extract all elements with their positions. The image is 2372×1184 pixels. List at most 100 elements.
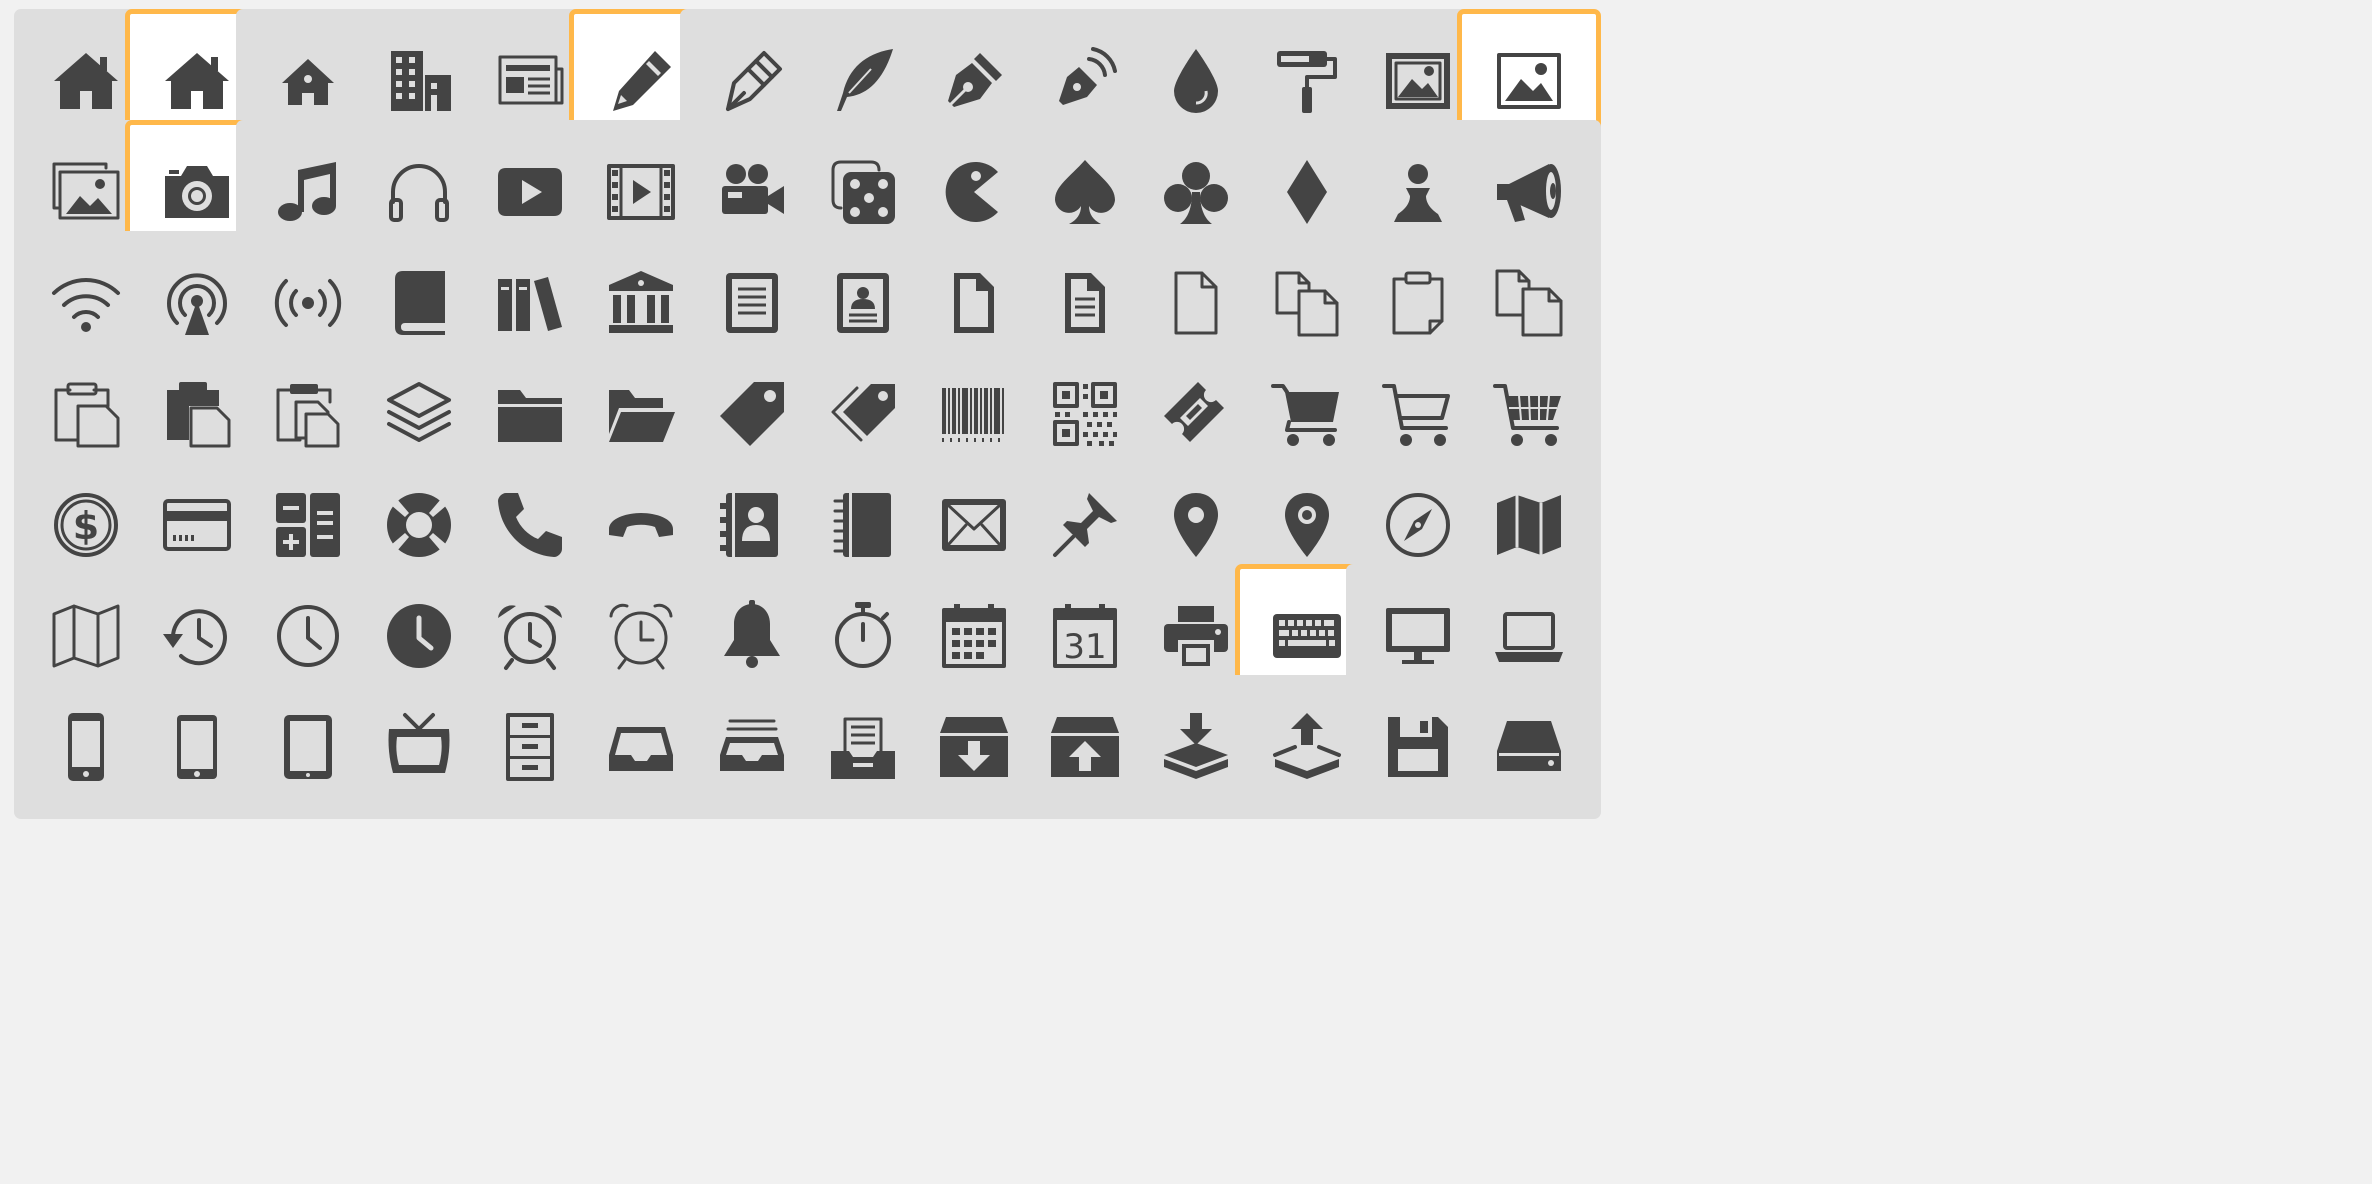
megaphone-icon [1497, 164, 1561, 222]
desktop-monitor-icon [1386, 608, 1450, 664]
icon-grid: $31 [0, 0, 2372, 1184]
video-camera-icon [722, 164, 784, 214]
bank-library-icon [609, 271, 673, 333]
file-text-icon [726, 273, 778, 333]
laptop-icon [1495, 612, 1563, 662]
headphones-icon [389, 164, 449, 222]
tv-icon [388, 713, 450, 773]
profile-card-icon [837, 273, 889, 333]
clock-icon [277, 605, 339, 667]
folder-open-icon [609, 390, 675, 442]
stack-layers-icon [387, 382, 451, 442]
shopping-cart-icon [1271, 384, 1339, 446]
printer-icon [1164, 606, 1228, 668]
clock-filled-icon [387, 604, 451, 668]
podcast-pen-icon [1059, 47, 1117, 105]
home-small-icon [282, 59, 334, 105]
alarm-clock-icon [498, 605, 562, 670]
inbox-stack-icon [720, 719, 784, 771]
clipboard-file-icon [1392, 271, 1444, 335]
file-empty-icon [954, 273, 994, 333]
clipboard-paste-icon [54, 382, 120, 448]
cart-icon [1382, 384, 1450, 446]
file-outline-icon [1174, 271, 1218, 335]
coin-dollar-icon: $ [54, 493, 118, 557]
file-text-alt-icon [1065, 273, 1105, 333]
notebook-icon [833, 493, 891, 557]
folder-icon [498, 390, 562, 442]
map-outline-icon [52, 604, 120, 668]
location-pin-alt-icon [1285, 493, 1329, 557]
fountain-pen-icon [948, 53, 1002, 107]
floppy-disk-icon [1388, 717, 1448, 777]
paint-roller-icon [1277, 51, 1337, 113]
video-play-icon [498, 168, 562, 216]
address-book-icon [720, 493, 778, 557]
pacman-icon [945, 162, 998, 222]
credit-card-icon [163, 499, 231, 551]
qr-code-icon [1053, 382, 1117, 446]
diamond-icon [1287, 160, 1327, 224]
calendar-icon [942, 604, 1006, 668]
history-icon [163, 609, 227, 666]
club-icon [1164, 162, 1228, 224]
pushpin-icon [1053, 493, 1117, 557]
compass-icon [1386, 493, 1450, 557]
droplet-icon [1174, 49, 1218, 113]
newspaper-icon [498, 55, 564, 105]
drawer-cabinet-icon [506, 713, 554, 781]
podcast-broadcast-icon [167, 273, 227, 335]
files-copy-icon [1275, 271, 1339, 337]
book-icon [395, 271, 445, 335]
bell-icon [724, 600, 780, 668]
svg-text:$: $ [73, 504, 99, 548]
envelope-icon [942, 499, 1006, 551]
download-tray-icon [1164, 713, 1228, 779]
copy-files-icon [1495, 269, 1563, 337]
inbox-tray-icon [609, 727, 673, 771]
box-remove-icon [1051, 717, 1119, 777]
location-pin-icon [1174, 493, 1218, 557]
pen-nib-icon [726, 51, 782, 111]
dice-icon [831, 160, 895, 224]
home-icon [54, 53, 118, 109]
lifebuoy-icon [387, 493, 451, 557]
wifi-icon [52, 278, 120, 332]
mobile-phone-alt-icon [177, 715, 217, 779]
pencil-icon [613, 51, 671, 111]
ticket-icon [1164, 382, 1224, 442]
office-building-icon [391, 51, 451, 111]
map-icon [1497, 495, 1561, 555]
stopwatch-icon [835, 602, 891, 668]
calculator-icon [276, 493, 340, 557]
price-tag-icon [720, 382, 784, 446]
camera-icon [165, 166, 229, 218]
film-icon [607, 164, 675, 220]
archive-box-icon [831, 717, 895, 779]
price-tags-icon [831, 384, 895, 442]
cart-basket-icon [1493, 384, 1561, 446]
images-stack-icon [52, 162, 120, 220]
phone-icon [498, 493, 562, 557]
clipboard-paste-alt-icon [167, 382, 231, 448]
radio-signal-icon [274, 279, 342, 327]
tablet-icon [284, 715, 332, 779]
upload-tray-icon [1273, 713, 1341, 779]
hard-drive-icon [1497, 721, 1561, 771]
books-library-icon [498, 277, 562, 331]
barcode-icon [942, 388, 1004, 442]
spade-icon [1055, 160, 1115, 224]
phone-hang-up-icon [609, 513, 673, 537]
image-framed-icon [1386, 53, 1450, 109]
mobile-phone-icon [68, 713, 104, 781]
pawn-icon [1394, 164, 1442, 222]
box-add-icon [940, 717, 1008, 777]
image-icon [1497, 53, 1561, 109]
icon-tile[interactable] [1457, 675, 1601, 819]
home-icon [165, 53, 229, 109]
alarm-outline-icon [609, 603, 673, 670]
svg-text:31: 31 [1063, 627, 1106, 667]
clipboard-copy-icon [276, 384, 340, 448]
calendar-31-icon: 31 [1053, 604, 1117, 668]
feather-quill-icon [837, 49, 893, 111]
